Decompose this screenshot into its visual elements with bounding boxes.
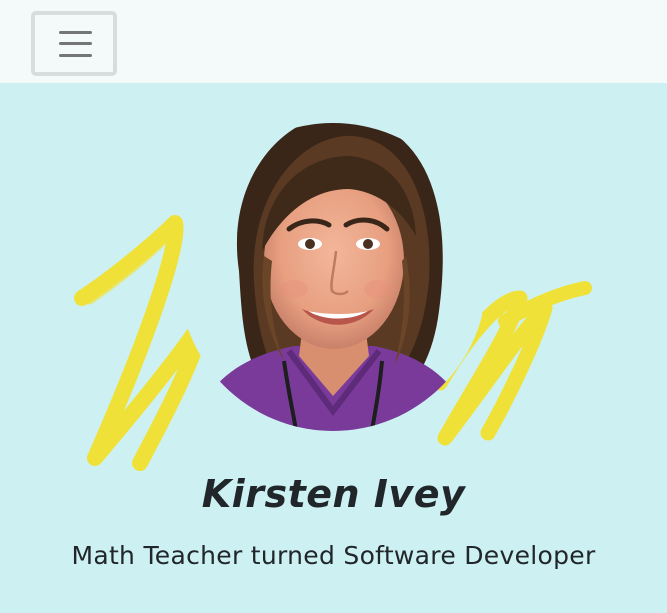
profile-photo (184, 123, 482, 431)
person-name: Kirsten Ivey (201, 472, 466, 516)
navbar (0, 0, 667, 83)
person-tagline: Math Teacher turned Software Developer (71, 541, 596, 570)
hero-section: Kirsten Ivey Math Teacher turned Softwar… (0, 83, 667, 613)
menu-toggle-button[interactable] (31, 11, 117, 76)
